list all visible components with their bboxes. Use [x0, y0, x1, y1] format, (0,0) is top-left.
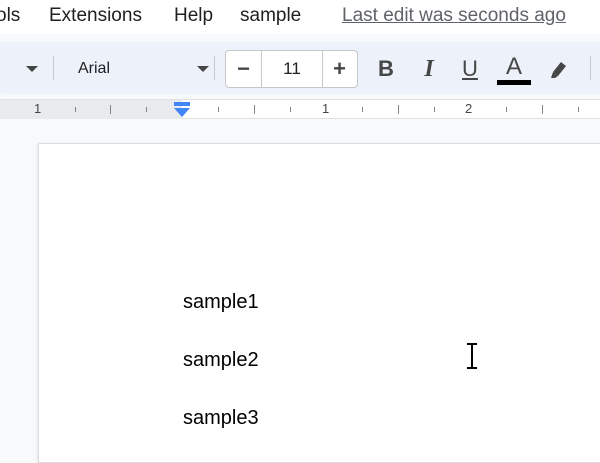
document-line[interactable]: sample1 [183, 291, 259, 314]
highlight-color-button[interactable] [543, 53, 575, 85]
menu-sample[interactable]: sample [240, 5, 301, 27]
menu-bar: ols Extensions Help sample Last edit was… [0, 0, 600, 34]
ruler-left-margin [0, 100, 182, 119]
text-color-swatch [497, 79, 531, 85]
document-line[interactable]: sample2 [183, 349, 259, 372]
italic-icon: I [424, 55, 434, 82]
text-cursor-icon [467, 343, 477, 369]
ruler-tick [110, 105, 111, 114]
font-dropdown-chevron-icon[interactable] [197, 66, 209, 72]
toolbar-divider [590, 56, 591, 80]
last-edit-link[interactable]: Last edit was seconds ago [342, 5, 566, 27]
toolbar-divider [214, 56, 215, 80]
ruler-tick [434, 107, 435, 112]
italic-button[interactable]: I [413, 53, 445, 85]
decrease-font-size-button[interactable]: − [226, 51, 261, 87]
ruler-tick [362, 107, 363, 112]
ruler-tick [146, 107, 147, 112]
style-dropdown-chevron-icon[interactable] [26, 66, 38, 72]
toolbar-divider [53, 56, 54, 80]
document-line[interactable]: sample3 [183, 407, 259, 430]
indent-marker-icon[interactable] [173, 101, 191, 119]
ruler-tick [290, 107, 291, 112]
ruler-tick [398, 105, 399, 114]
text-color-button[interactable]: A [497, 49, 531, 89]
underline-icon: U [462, 56, 478, 81]
font-family-dropdown[interactable]: Arial [78, 60, 110, 78]
document-page[interactable]: sample1 sample2 sample3 [38, 143, 600, 463]
menu-tools[interactable]: ols [0, 5, 20, 27]
increase-font-size-button[interactable]: + [322, 51, 357, 87]
ruler-number: 1 [322, 101, 330, 116]
font-size-stepper: − 11 + [225, 50, 358, 88]
text-color-icon: A [505, 52, 522, 80]
ruler-tick [254, 105, 255, 114]
ruler-tick [218, 107, 219, 112]
horizontal-ruler[interactable]: 1 1 2 [0, 99, 600, 119]
ruler-tick [542, 105, 543, 114]
ruler-tick [506, 107, 507, 112]
ruler-tick [578, 107, 579, 112]
menu-extensions[interactable]: Extensions [49, 5, 142, 27]
ruler-tick [75, 107, 76, 112]
ruler-number: 1 [34, 101, 42, 116]
menu-help[interactable]: Help [174, 5, 213, 27]
bold-button[interactable]: B [370, 53, 402, 85]
bold-icon: B [378, 56, 394, 81]
ruler-number: 2 [465, 101, 473, 116]
font-size-input[interactable]: 11 [262, 51, 322, 87]
highlighter-icon [551, 62, 566, 78]
underline-button[interactable]: U [454, 53, 486, 85]
